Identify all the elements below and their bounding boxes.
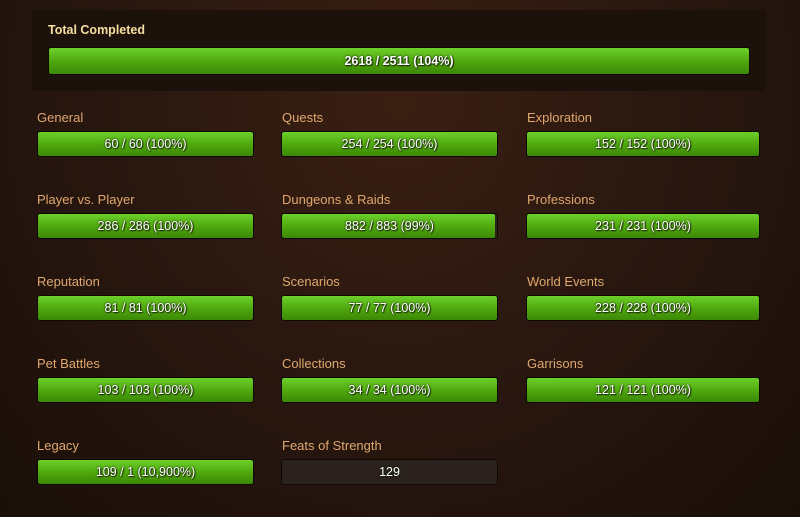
category-collections-bar[interactable]: 34 / 34 (100%) bbox=[281, 377, 498, 403]
category-collections-title[interactable]: Collections bbox=[282, 356, 346, 371]
category-professions-title[interactable]: Professions bbox=[527, 192, 595, 207]
category-dungeons-raids-bar[interactable]: 882 / 883 (99%) bbox=[281, 213, 498, 239]
category-dungeons-raids-title[interactable]: Dungeons & Raids bbox=[282, 192, 390, 207]
total-completed-panel: Total Completed 2618 / 2511 (104%) bbox=[32, 10, 766, 91]
category-world-events-bar[interactable]: 228 / 228 (100%) bbox=[526, 295, 760, 321]
category-legacy-value: 109 / 1 (10,900%) bbox=[95, 465, 196, 479]
category-scenarios-bar[interactable]: 77 / 77 (100%) bbox=[281, 295, 498, 321]
total-completed-title: Total Completed bbox=[48, 23, 145, 37]
category-reputation-title[interactable]: Reputation bbox=[37, 274, 100, 289]
category-legacy-bar[interactable]: 109 / 1 (10,900%) bbox=[37, 459, 254, 485]
category-feats-of-strength-bar[interactable]: 129 bbox=[281, 459, 498, 485]
category-quests-title[interactable]: Quests bbox=[282, 110, 323, 125]
category-pet-battles-bar[interactable]: 103 / 103 (100%) bbox=[37, 377, 254, 403]
category-general-title[interactable]: General bbox=[37, 110, 83, 125]
category-world-events-title[interactable]: World Events bbox=[527, 274, 604, 289]
category-garrisons-bar[interactable]: 121 / 121 (100%) bbox=[526, 377, 760, 403]
category-exploration-bar[interactable]: 152 / 152 (100%) bbox=[526, 131, 760, 157]
total-progress-label: 2618 / 2511 (104%) bbox=[344, 54, 454, 68]
category-scenarios-title[interactable]: Scenarios bbox=[282, 274, 340, 289]
category-garrisons-value: 121 / 121 (100%) bbox=[595, 383, 691, 397]
category-professions-value: 231 / 231 (100%) bbox=[595, 219, 691, 233]
total-progress-bar: 2618 / 2511 (104%) bbox=[48, 47, 750, 75]
category-reputation-bar[interactable]: 81 / 81 (100%) bbox=[37, 295, 254, 321]
category-pvp-title[interactable]: Player vs. Player bbox=[37, 192, 135, 207]
category-professions-bar[interactable]: 231 / 231 (100%) bbox=[526, 213, 760, 239]
category-garrisons-title[interactable]: Garrisons bbox=[527, 356, 583, 371]
category-pet-battles-value: 103 / 103 (100%) bbox=[97, 383, 194, 397]
category-exploration-value: 152 / 152 (100%) bbox=[595, 137, 691, 151]
category-general-bar[interactable]: 60 / 60 (100%) bbox=[37, 131, 254, 157]
category-collections-value: 34 / 34 (100%) bbox=[348, 383, 431, 397]
category-feats-of-strength-value: 129 bbox=[379, 465, 400, 479]
category-reputation-value: 81 / 81 (100%) bbox=[104, 301, 187, 315]
category-exploration-title[interactable]: Exploration bbox=[527, 110, 592, 125]
category-pvp-bar[interactable]: 286 / 286 (100%) bbox=[37, 213, 254, 239]
category-dungeons-raids-value: 882 / 883 (99%) bbox=[345, 219, 434, 233]
category-general-value: 60 / 60 (100%) bbox=[104, 137, 187, 151]
category-quests-bar[interactable]: 254 / 254 (100%) bbox=[281, 131, 498, 157]
category-feats-of-strength-title[interactable]: Feats of Strength bbox=[282, 438, 382, 453]
category-world-events-value: 228 / 228 (100%) bbox=[595, 301, 691, 315]
category-scenarios-value: 77 / 77 (100%) bbox=[348, 301, 431, 315]
category-pet-battles-title[interactable]: Pet Battles bbox=[37, 356, 100, 371]
category-pvp-value: 286 / 286 (100%) bbox=[97, 219, 194, 233]
category-quests-value: 254 / 254 (100%) bbox=[341, 137, 438, 151]
category-legacy-title[interactable]: Legacy bbox=[37, 438, 79, 453]
